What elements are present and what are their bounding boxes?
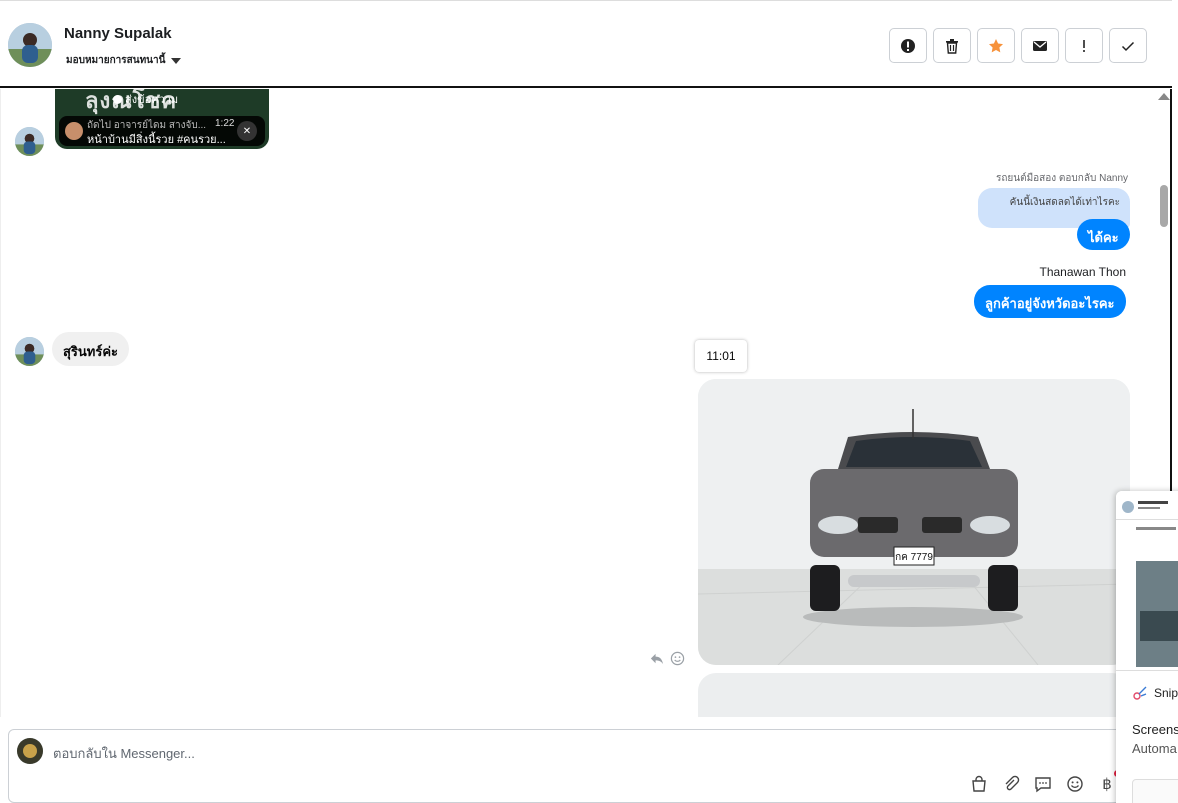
outgoing-message[interactable]: ลูกค้าอยู่จังหวัดอะไรคะ (974, 285, 1126, 318)
snip-title: Screens (1132, 722, 1178, 737)
caret-down-icon (171, 57, 182, 64)
star-button[interactable] (977, 28, 1015, 63)
conversation-actions (889, 28, 1147, 63)
send-message-overlay[interactable]: ส่งข้อความ (113, 90, 178, 108)
snip-app-row: Snip (1132, 685, 1178, 701)
page-avatar (17, 738, 43, 764)
paperclip-icon (1005, 775, 1020, 791)
screenshot-thumbnail[interactable] (1116, 491, 1178, 671)
contact-name[interactable]: Nanny Supalak (64, 25, 172, 42)
car-photo-attachment[interactable]: กค 7779 (698, 379, 1130, 665)
incoming-message[interactable]: สุรินทร์ค่ะ (52, 332, 130, 366)
mark-unread-button[interactable] (1021, 28, 1059, 63)
emoji-react-icon[interactable] (670, 651, 685, 666)
license-plate: กค 7779 (895, 552, 933, 563)
exclamation-icon (1083, 39, 1085, 52)
baht-icon: ฿ (1102, 776, 1112, 793)
assign-label: มอบหมายการสนทนานี้ (66, 55, 166, 66)
shopping-bag-icon (972, 775, 986, 792)
reply-icon[interactable] (649, 651, 664, 666)
shared-video-card[interactable]: ลุงณโชค ส่งข้อความ ถัดไป อาจารย์ไดม สางจ… (55, 89, 269, 149)
snip-body: Automa (1132, 741, 1177, 756)
report-spam-button[interactable] (889, 28, 927, 63)
emoji-button[interactable] (1065, 774, 1085, 794)
contact-avatar-small (15, 337, 44, 366)
mark-done-button[interactable] (1109, 28, 1147, 63)
car-photo-attachment-2[interactable] (698, 673, 1130, 717)
composer-tools: ฿ (969, 774, 1117, 794)
contact-avatar[interactable] (8, 23, 52, 67)
attach-button[interactable] (1001, 774, 1021, 794)
messenger-inbox: Nanny Supalak มอบหมายการสนทนานี้ ลุงณโชค… (0, 0, 1178, 803)
trash-icon (946, 38, 958, 54)
conversation-header: Nanny Supalak มอบหมายการสนทนานี้ (0, 0, 1172, 88)
message-input[interactable] (53, 742, 653, 764)
reply-meta: รถยนต์มือสอง ตอบกลับ Nanny (995, 173, 1128, 184)
video-duration: 1:22 (215, 118, 235, 129)
alert-circle-icon (901, 38, 915, 53)
close-icon[interactable]: ✕ (237, 121, 257, 141)
envelope-icon (1033, 40, 1047, 51)
sender-name: Thanawan Thon (1039, 265, 1126, 279)
contact-avatar-small (15, 127, 44, 156)
reply-composer: ฿ (8, 729, 1128, 803)
message-thread[interactable]: ลุงณโชค ส่งข้อความ ถัดไป อาจารย์ไดม สางจ… (0, 89, 1172, 717)
send-message-label: ส่งข้อความ (125, 94, 179, 106)
outgoing-message[interactable]: ได้คะ (1077, 219, 1130, 250)
message-actions (649, 651, 685, 666)
scrollbar-thumb[interactable] (1160, 185, 1168, 227)
emoji-icon (1067, 776, 1083, 792)
assign-conversation-dropdown[interactable]: มอบหมายการสนทนานี้ (66, 53, 182, 68)
snipping-tool-icon (1133, 686, 1147, 700)
video-title: หน้าบ้านมีสิ่งนี้รวย #คนรวย... (87, 134, 226, 146)
delete-button[interactable] (933, 28, 971, 63)
shop-button[interactable] (969, 774, 989, 794)
snip-app-name: Snip (1154, 686, 1178, 700)
scroll-up-arrow-icon[interactable] (1158, 93, 1170, 100)
payment-button[interactable]: ฿ (1097, 774, 1117, 794)
priority-button[interactable] (1065, 28, 1103, 63)
timestamp-tooltip: 11:01 (695, 340, 747, 372)
snip-action-button[interactable] (1132, 779, 1178, 803)
car-photo: กค 7779 (698, 379, 1130, 665)
snip-notification[interactable]: Snip Screens Automa (1116, 491, 1178, 803)
chat-bubble-icon (1035, 777, 1051, 793)
check-icon (1121, 41, 1135, 51)
saved-replies-button[interactable] (1033, 774, 1053, 794)
screenshot-preview (1116, 501, 1178, 667)
star-icon (989, 38, 1003, 52)
messenger-icon (113, 94, 122, 104)
creator-avatar (65, 122, 83, 140)
